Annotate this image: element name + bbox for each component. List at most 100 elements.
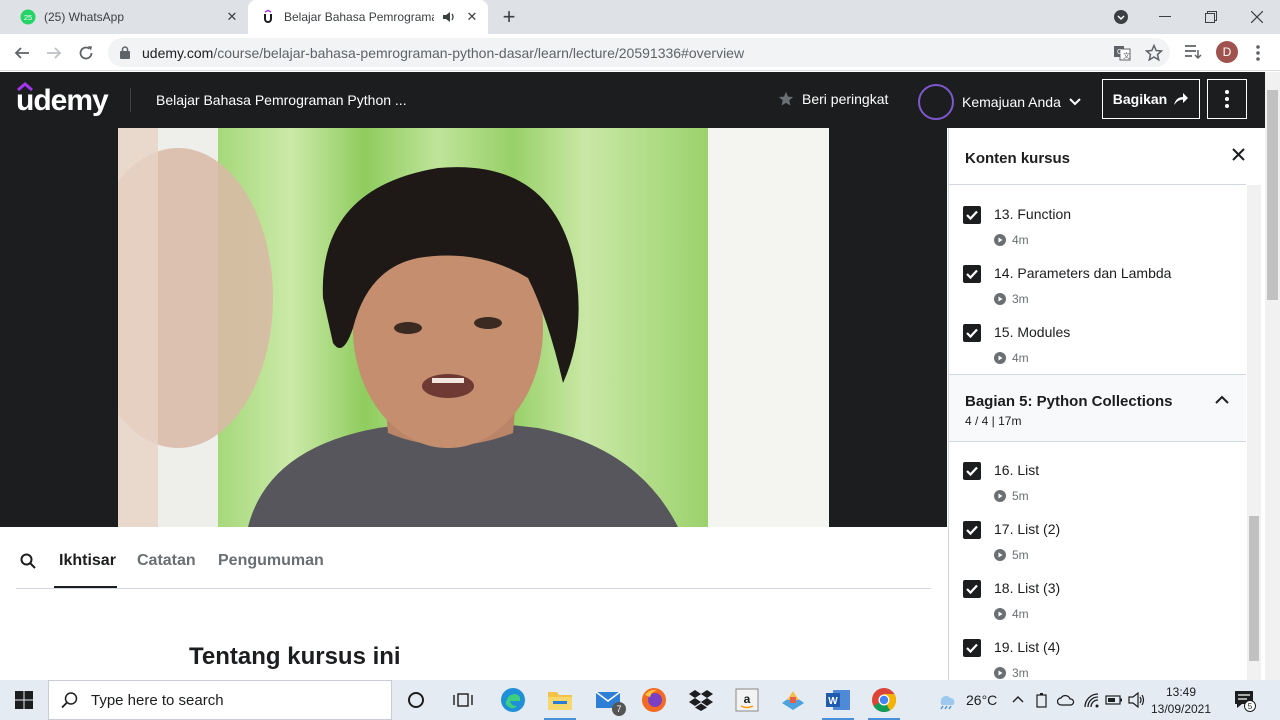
lesson-item[interactable]: 19. List (4) 3m bbox=[949, 631, 1246, 680]
page-scrollbar[interactable] bbox=[1265, 72, 1280, 680]
video-frame[interactable] bbox=[118, 128, 829, 527]
sidebar-scrollbar-thumb[interactable] bbox=[1249, 516, 1259, 661]
edge-icon[interactable] bbox=[493, 684, 533, 716]
svg-text:文: 文 bbox=[1123, 51, 1130, 60]
lesson-item[interactable]: 16. List 5m bbox=[949, 454, 1246, 513]
volume-icon[interactable] bbox=[1128, 692, 1146, 708]
lesson-item[interactable]: 15. Modules 4m bbox=[949, 316, 1246, 375]
browser-menu-icon[interactable] bbox=[1250, 43, 1266, 63]
lecture-video-image bbox=[118, 128, 829, 527]
url-text: udemy.com/course/belajar-bahasa-pemrogra… bbox=[142, 45, 745, 61]
tab-notes[interactable]: Catatan bbox=[137, 552, 196, 570]
taskbar-search-box[interactable]: Type here to search bbox=[48, 680, 392, 720]
star-icon bbox=[778, 91, 794, 106]
rate-button[interactable]: Beri peringkat bbox=[778, 91, 888, 107]
reload-icon[interactable] bbox=[75, 42, 97, 64]
tab-overview[interactable]: Ikhtisar bbox=[59, 552, 116, 570]
restore-icon[interactable] bbox=[1188, 0, 1234, 34]
play-circle-icon bbox=[994, 490, 1006, 502]
lesson-duration: 4m bbox=[994, 233, 1029, 247]
mail-icon[interactable]: 7 bbox=[588, 684, 628, 716]
new-tab-button[interactable]: + bbox=[498, 6, 520, 29]
wifi-icon[interactable] bbox=[1083, 692, 1099, 708]
system-clock[interactable]: 13:49 13/09/2021 bbox=[1150, 684, 1212, 718]
play-circle-icon bbox=[994, 667, 1006, 679]
close-tab-icon[interactable]: ✕ bbox=[224, 9, 240, 25]
active-tab-indicator bbox=[54, 586, 117, 588]
tab-udemy[interactable]: Belajar Bahasa Pemrograman ✕ bbox=[248, 0, 488, 34]
browser-toolbar: udemy.com/course/belajar-bahasa-pemrogra… bbox=[0, 34, 1280, 71]
completed-checkbox[interactable] bbox=[963, 265, 981, 283]
translate-icon[interactable]: G文 bbox=[1113, 44, 1131, 62]
chevron-down-icon bbox=[1069, 98, 1081, 106]
cortana-icon[interactable] bbox=[396, 684, 436, 716]
lesson-item[interactable]: 17. List (2) 5m bbox=[949, 513, 1246, 572]
sidebar-title: Konten kursus bbox=[965, 150, 1071, 167]
forward-icon[interactable] bbox=[43, 42, 65, 64]
lesson-title: 14. Parameters dan Lambda bbox=[994, 265, 1172, 281]
minimize-icon[interactable] bbox=[1142, 0, 1188, 34]
svg-text:a: a bbox=[744, 692, 751, 706]
lesson-duration: 4m bbox=[994, 607, 1029, 621]
app-shelf-icon[interactable] bbox=[773, 684, 813, 716]
completed-checkbox[interactable] bbox=[963, 324, 981, 342]
firefox-icon[interactable] bbox=[634, 684, 674, 716]
lesson-duration: 5m bbox=[994, 548, 1029, 562]
progress-dropdown[interactable]: Kemajuan Anda bbox=[918, 84, 1081, 120]
more-vertical-icon bbox=[1225, 90, 1229, 108]
completed-checkbox[interactable] bbox=[963, 580, 981, 598]
weather-widget[interactable]: 26°C bbox=[936, 680, 997, 720]
file-explorer-icon[interactable] bbox=[540, 684, 580, 720]
video-player[interactable] bbox=[0, 128, 947, 527]
lesson-title: 13. Function bbox=[994, 206, 1072, 222]
onedrive-icon[interactable] bbox=[1057, 693, 1075, 707]
tab-whatsapp[interactable]: 25 (25) WhatsApp ✕ bbox=[0, 0, 248, 34]
udemy-logo[interactable]: udemy bbox=[16, 82, 109, 118]
lesson-item[interactable]: 18. List (3) 4m bbox=[949, 572, 1246, 631]
chevron-up-icon[interactable] bbox=[1012, 695, 1024, 703]
chevron-up-icon[interactable] bbox=[1215, 395, 1229, 404]
windows-logo-icon bbox=[15, 691, 33, 709]
chrome-icon[interactable] bbox=[864, 684, 904, 720]
tab-title: Belajar Bahasa Pemrograman bbox=[284, 10, 434, 24]
start-button[interactable] bbox=[0, 680, 48, 720]
play-circle-icon bbox=[994, 549, 1006, 561]
completed-checkbox[interactable] bbox=[963, 462, 981, 480]
bookmark-star-icon[interactable] bbox=[1145, 44, 1163, 62]
section-header[interactable]: Bagian 5: Python Collections 4 / 4 | 17m bbox=[949, 374, 1246, 442]
course-header: udemy Belajar Bahasa Pemrograman Python … bbox=[0, 72, 1265, 128]
completed-checkbox[interactable] bbox=[963, 521, 981, 539]
word-icon[interactable]: W bbox=[818, 684, 858, 720]
course-title-link[interactable]: Belajar Bahasa Pemrograman Python ... bbox=[156, 92, 407, 108]
lesson-title: 18. List (3) bbox=[994, 580, 1061, 596]
sidebar-scrollbar[interactable] bbox=[1247, 185, 1261, 680]
close-icon[interactable] bbox=[1232, 148, 1245, 161]
amazon-icon[interactable]: a bbox=[727, 684, 767, 716]
completed-checkbox[interactable] bbox=[963, 206, 981, 224]
about-course-heading: Tentang kursus ini bbox=[189, 643, 401, 670]
more-options-button[interactable] bbox=[1207, 79, 1247, 119]
close-window-icon[interactable] bbox=[1234, 0, 1280, 34]
tab-search-icon[interactable] bbox=[1098, 0, 1144, 34]
battery-saver-icon[interactable] bbox=[1035, 692, 1049, 708]
speaker-icon[interactable] bbox=[442, 11, 456, 23]
notification-center-icon[interactable]: 5 bbox=[1232, 688, 1256, 712]
completed-checkbox[interactable] bbox=[963, 639, 981, 657]
back-icon[interactable] bbox=[11, 42, 33, 64]
tab-announcements[interactable]: Pengumuman bbox=[218, 552, 324, 570]
page-scrollbar-thumb[interactable] bbox=[1267, 90, 1278, 300]
profile-avatar[interactable]: D bbox=[1216, 41, 1238, 63]
mail-badge: 7 bbox=[612, 702, 626, 716]
search-icon[interactable] bbox=[20, 553, 36, 569]
battery-icon[interactable] bbox=[1105, 693, 1123, 707]
address-bar[interactable]: udemy.com/course/belajar-bahasa-pemrogra… bbox=[108, 38, 1170, 67]
close-tab-icon[interactable]: ✕ bbox=[464, 9, 480, 25]
play-circle-icon bbox=[994, 608, 1006, 620]
lesson-item[interactable]: 13. Function 4m bbox=[949, 198, 1246, 257]
share-button[interactable]: Bagikan bbox=[1102, 79, 1200, 119]
lesson-item[interactable]: 14. Parameters dan Lambda 3m bbox=[949, 257, 1246, 316]
task-view-icon[interactable] bbox=[443, 684, 483, 716]
reading-list-icon[interactable] bbox=[1184, 44, 1202, 60]
lesson-duration: 3m bbox=[994, 292, 1029, 306]
dropbox-icon[interactable] bbox=[681, 684, 721, 716]
